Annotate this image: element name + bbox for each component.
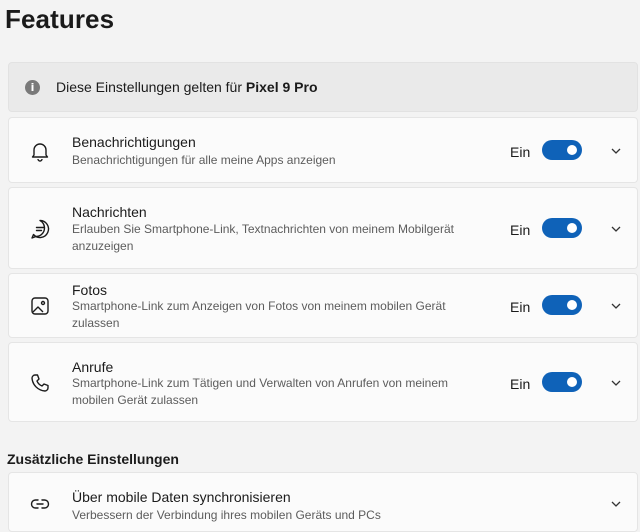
toggle-knob (567, 145, 577, 155)
phone-icon (31, 374, 49, 392)
messages-toggle[interactable] (542, 218, 582, 238)
feature-card-calls[interactable]: Anrufe Smartphone-Link zum Tätigen und V… (8, 342, 638, 422)
bell-icon (31, 143, 49, 162)
additional-settings-heading: Zusätzliche Einstellungen (7, 451, 179, 467)
feature-card-notifications[interactable]: Benachrichtigungen Benachrichtigungen fü… (8, 117, 638, 183)
additional-description: Verbessern der Verbindung ihres mobilen … (72, 508, 381, 522)
feature-title: Anrufe (72, 359, 114, 375)
feature-description: Erlauben Sie Smartphone-Link, Textnachri… (72, 222, 454, 253)
feature-state-label: Ein (510, 144, 531, 160)
feature-title: Fotos (72, 282, 108, 298)
page-title: Features (5, 4, 115, 34)
additional-title: Über mobile Daten synchronisieren (72, 489, 291, 505)
feature-state-label: Ein (510, 222, 531, 238)
toggle-knob (567, 300, 577, 310)
chevron-down-icon[interactable] (609, 144, 623, 158)
info-banner: i Diese Einstellungen gelten für Pixel 9… (8, 62, 638, 112)
info-text: Diese Einstellungen gelten für Pixel 9 P… (56, 79, 318, 95)
chevron-down-icon[interactable] (609, 497, 623, 511)
chevron-down-icon[interactable] (609, 299, 623, 313)
toggle-knob (567, 223, 577, 233)
chevron-down-icon[interactable] (609, 222, 623, 236)
feature-description: Benachrichtigungen für alle meine Apps a… (72, 153, 336, 167)
chevron-down-icon[interactable] (609, 376, 623, 390)
feature-description: Smartphone-Link zum Anzeigen von Fotos v… (72, 299, 446, 330)
feature-card-messages[interactable]: Nachrichten Erlauben Sie Smartphone-Link… (8, 187, 638, 269)
feature-title: Nachrichten (72, 204, 147, 220)
info-icon: i (25, 79, 40, 95)
message-icon (31, 219, 50, 239)
info-text-prefix: Diese Einstellungen gelten für (56, 79, 246, 95)
photos-icon (31, 297, 49, 315)
feature-title: Benachrichtigungen (72, 134, 196, 150)
feature-card-photos[interactable]: Fotos Smartphone-Link zum Anzeigen von F… (8, 273, 638, 338)
calls-toggle[interactable] (542, 372, 582, 392)
feature-state-label: Ein (510, 299, 531, 315)
feature-state-label: Ein (510, 376, 531, 392)
device-name: Pixel 9 Pro (245, 79, 318, 95)
photos-toggle[interactable] (542, 295, 582, 315)
additional-card-mobile-data[interactable]: Über mobile Daten synchronisieren Verbes… (8, 472, 638, 532)
toggle-knob (567, 377, 577, 387)
feature-description: Smartphone-Link zum Tätigen und Verwalte… (72, 376, 448, 407)
notifications-toggle[interactable] (542, 140, 582, 160)
link-icon (30, 499, 50, 509)
